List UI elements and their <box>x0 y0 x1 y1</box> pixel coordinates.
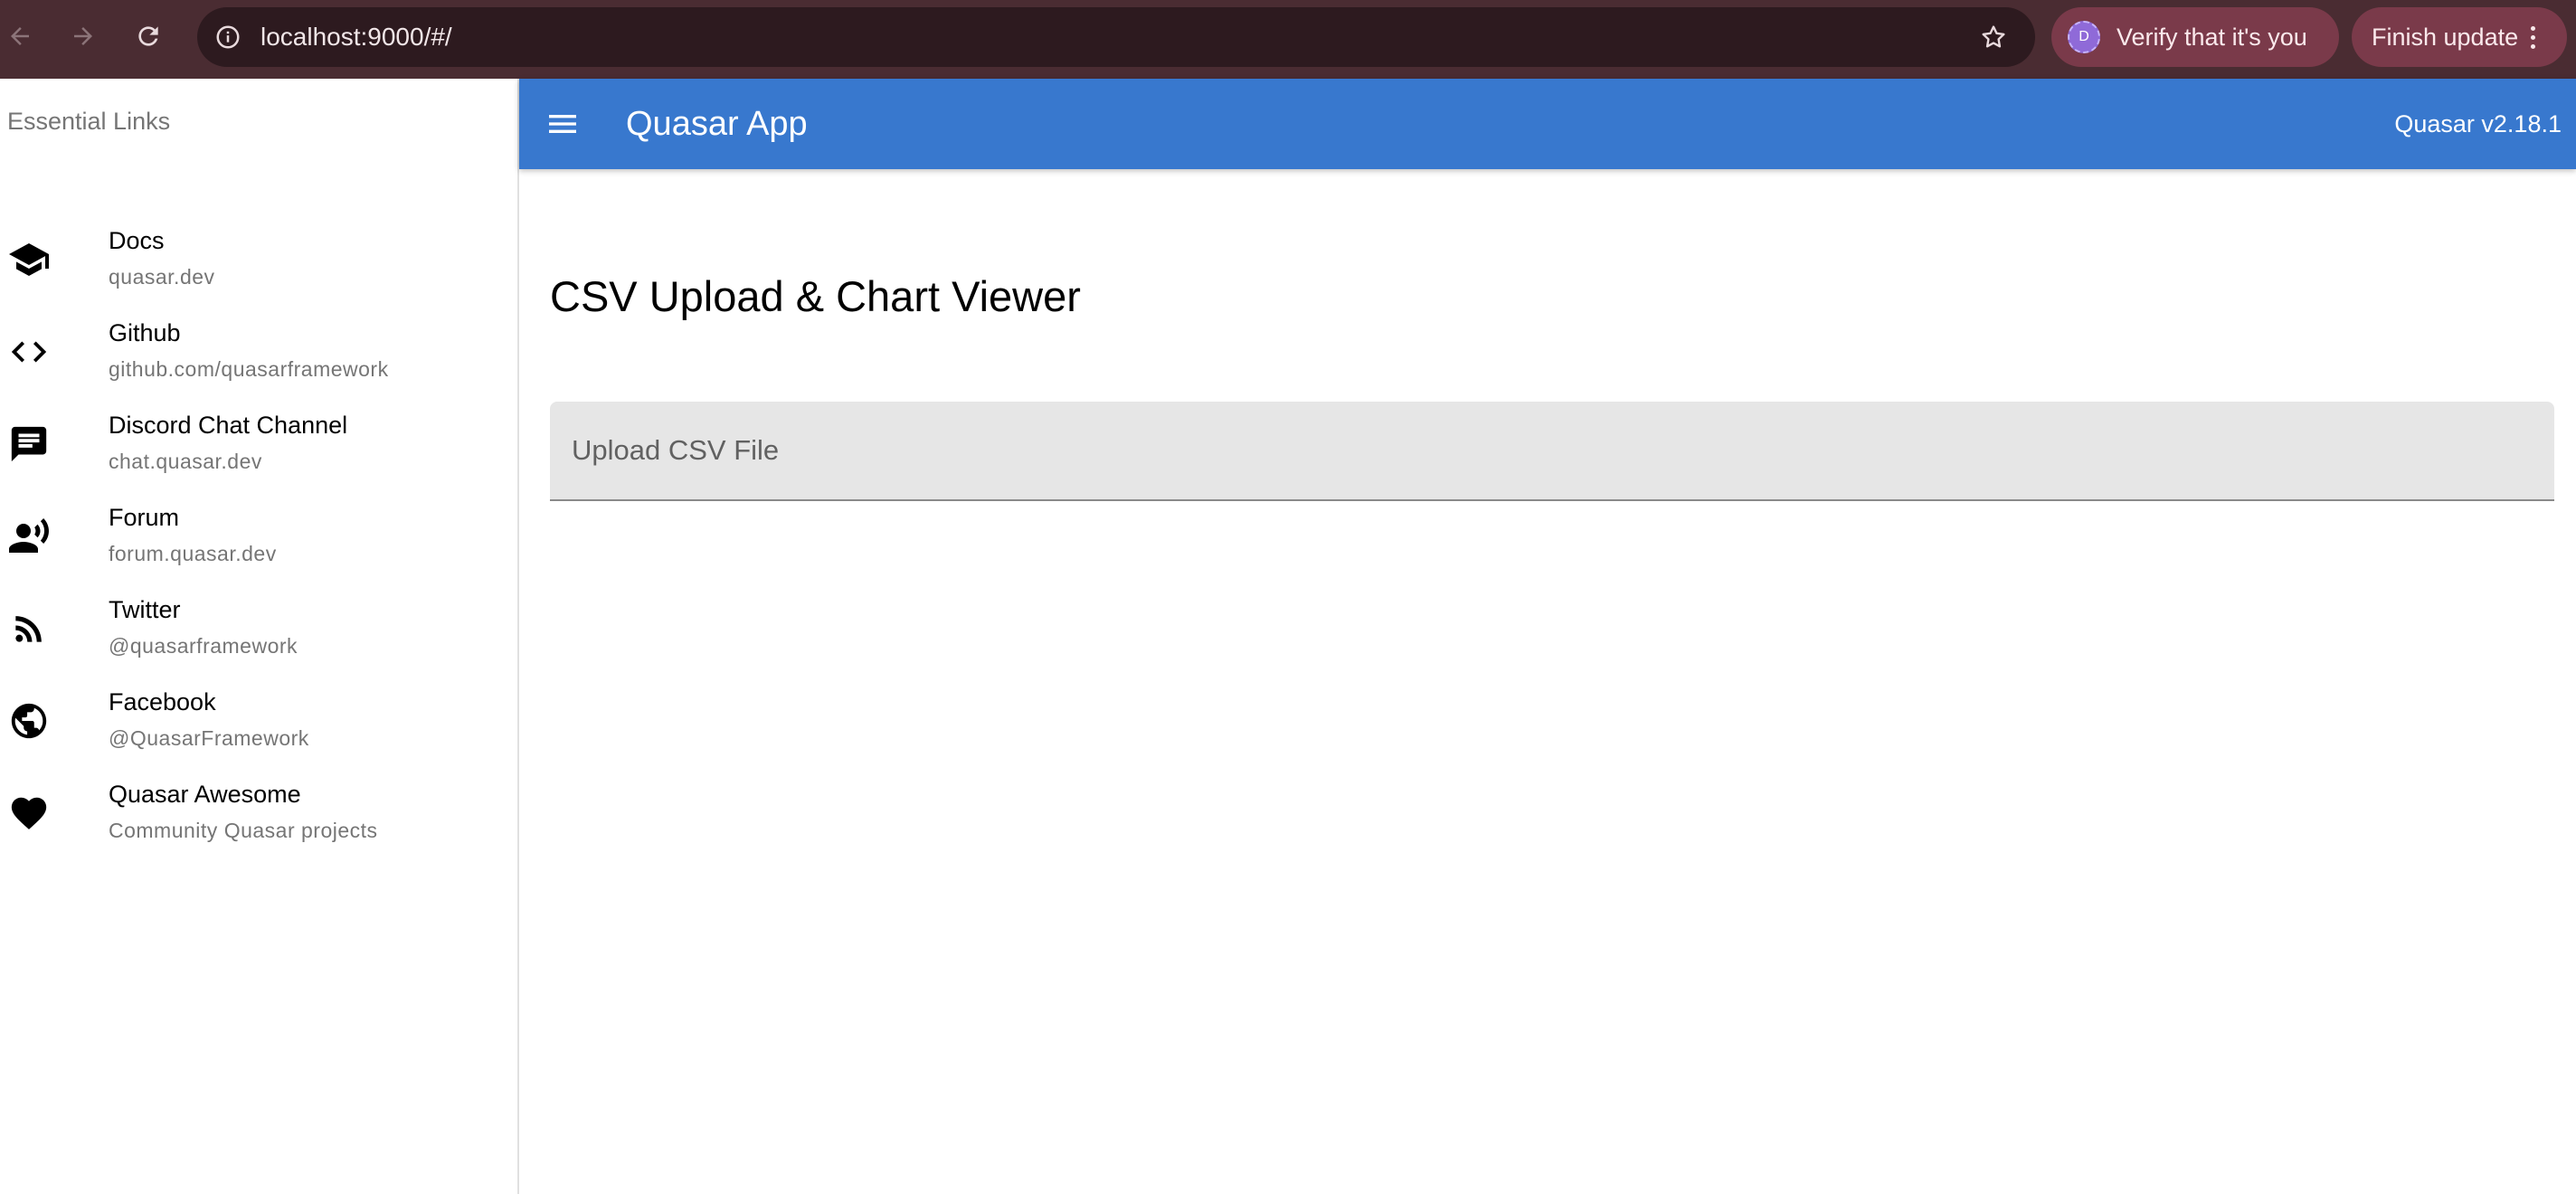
rss-feed-icon <box>7 607 51 650</box>
link-caption: chat.quasar.dev <box>109 450 262 473</box>
chat-icon <box>7 422 51 466</box>
finish-update-label: Finish update <box>2372 23 2519 51</box>
code-icon <box>7 330 51 374</box>
favorite-icon <box>7 791 51 835</box>
link-title: Discord Chat Channel <box>109 412 348 439</box>
site-info-icon[interactable] <box>213 23 242 52</box>
link-caption: @quasarframework <box>109 634 298 658</box>
link-caption: forum.quasar.dev <box>109 542 277 565</box>
drawer-header: Essential Links <box>7 108 171 135</box>
link-caption: @QuasarFramework <box>109 726 309 750</box>
url-text[interactable]: localhost:9000/#/ <box>260 7 452 67</box>
finish-update-button[interactable]: Finish update <box>2352 7 2567 67</box>
arrow-forward-icon <box>74 27 92 45</box>
back-button[interactable] <box>0 16 40 56</box>
bookmark-star-icon[interactable] <box>1977 21 2010 53</box>
verify-label: Verify that it's you <box>2117 23 2307 51</box>
public-icon <box>7 699 51 743</box>
page-title: CSV Upload & Chart Viewer <box>550 272 1081 320</box>
school-icon <box>7 238 51 281</box>
version-label: Quasar v2.18.1 <box>2394 110 2562 137</box>
essential-link-twitter[interactable]: Twitter @quasarframework <box>0 583 517 674</box>
app-header: Quasar App Quasar v2.18.1 <box>519 79 2576 169</box>
link-title: Forum <box>109 504 180 531</box>
link-title: Github <box>109 319 181 346</box>
menu-icon <box>549 115 576 133</box>
link-caption: quasar.dev <box>109 265 215 289</box>
essential-link-github[interactable]: Github github.com/quasarframework <box>0 307 517 397</box>
forward-button[interactable] <box>63 16 103 56</box>
reload-icon <box>138 26 158 46</box>
csv-file-input[interactable]: Upload CSV File <box>550 402 2554 501</box>
essential-link-discord[interactable]: Discord Chat Channel chat.quasar.dev <box>0 399 517 489</box>
profile-avatar: D <box>2068 21 2100 53</box>
link-caption: Community Quasar projects <box>109 819 378 842</box>
essential-link-awesome[interactable]: Quasar Awesome Community Quasar projects <box>0 768 517 858</box>
verify-identity-button[interactable]: D Verify that it's you <box>2051 7 2339 67</box>
app-title: Quasar App <box>626 105 808 143</box>
link-title: Facebook <box>109 688 216 715</box>
file-input-label: Upload CSV File <box>572 434 780 466</box>
address-bar[interactable]: localhost:9000/#/ <box>197 7 2035 67</box>
essential-link-forum[interactable]: Forum forum.quasar.dev <box>0 491 517 582</box>
link-caption: github.com/quasarframework <box>109 357 389 381</box>
menu-toggle-button[interactable] <box>541 102 584 146</box>
link-title: Quasar Awesome <box>109 781 301 808</box>
more-vert-icon[interactable] <box>2531 25 2536 49</box>
link-title: Docs <box>109 227 165 254</box>
arrow-back-icon <box>11 27 29 45</box>
browser-toolbar: localhost:9000/#/ D Verify that it's you… <box>0 0 2576 79</box>
left-drawer: Essential Links Docs quasar.dev Github g… <box>0 79 519 1194</box>
essential-link-docs[interactable]: Docs quasar.dev <box>0 214 517 305</box>
record-voice-icon <box>7 515 51 558</box>
reload-button[interactable] <box>128 16 168 56</box>
link-title: Twitter <box>109 596 181 623</box>
essential-link-facebook[interactable]: Facebook @QuasarFramework <box>0 676 517 766</box>
